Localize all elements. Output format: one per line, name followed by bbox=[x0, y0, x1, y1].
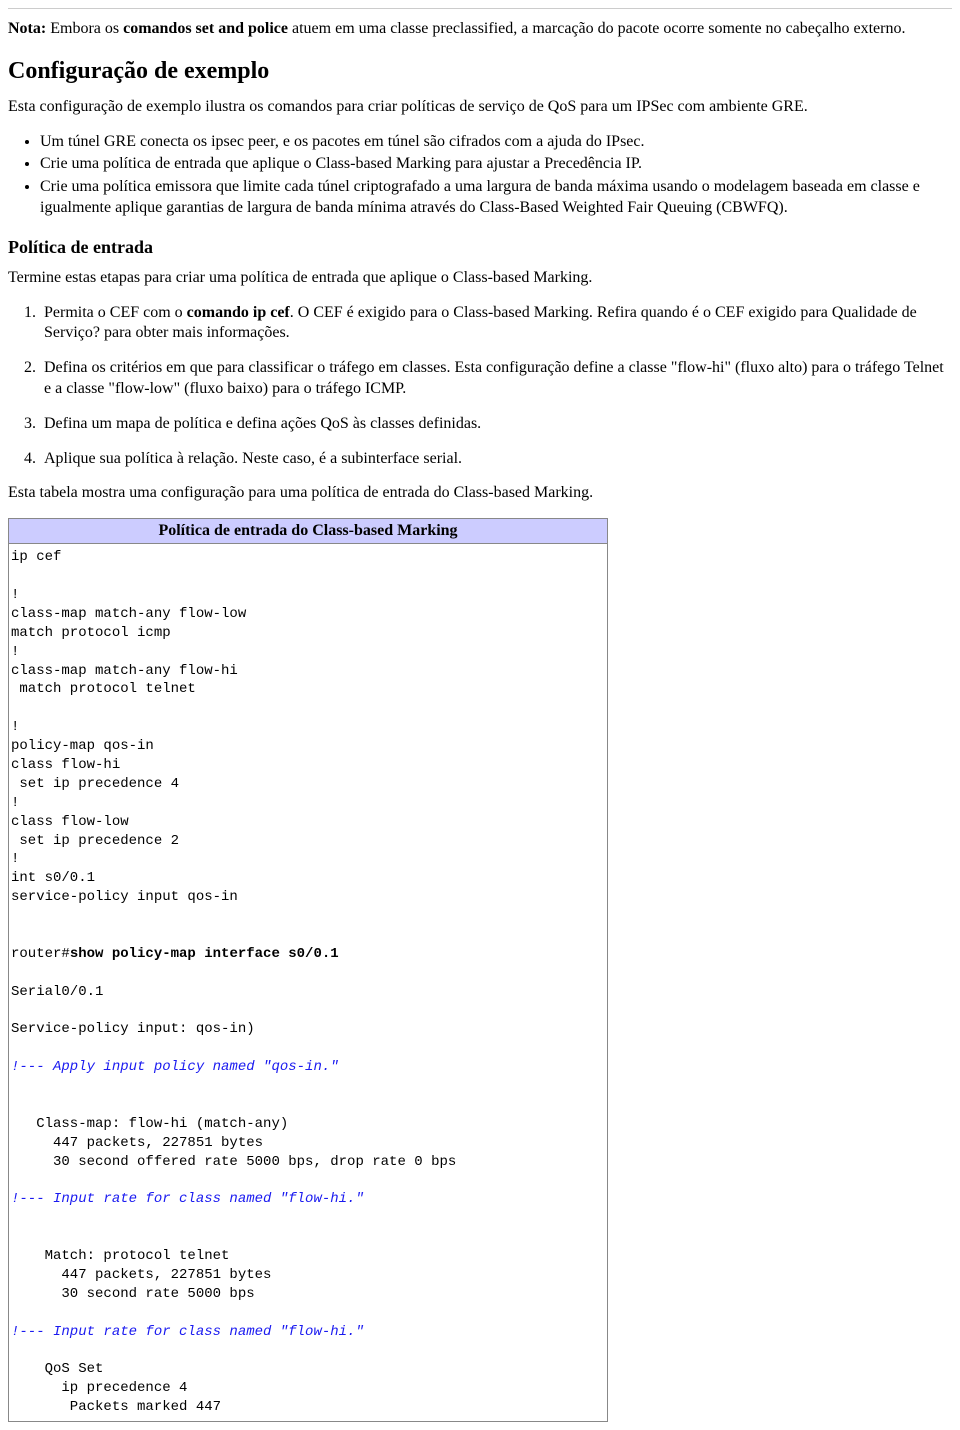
code-block: ip cef ! class-map match-any flow-low ma… bbox=[9, 544, 607, 1421]
code-c1: !--- Apply input policy named "qos-in." bbox=[11, 1059, 339, 1075]
entrada-paragraph: Termine estas etapas para criar uma polí… bbox=[8, 268, 952, 289]
list-item: Crie uma política emissora que limite ca… bbox=[40, 177, 952, 219]
li1-b1: comando ip cef bbox=[187, 304, 290, 321]
nota-t1: Embora os bbox=[46, 20, 123, 37]
code-c3: !--- Input rate for class named "flow-hi… bbox=[11, 1324, 364, 1340]
nota-paragraph: Nota: Embora os comandos set and police … bbox=[8, 19, 952, 40]
code-p1: ip cef ! class-map match-any flow-low ma… bbox=[11, 549, 246, 962]
ordered-list: Permita o CEF com o comando ip cef. O CE… bbox=[8, 303, 952, 470]
list-item: Aplique sua política à relação. Neste ca… bbox=[40, 449, 952, 470]
code-table: Política de entrada do Class-based Marki… bbox=[8, 518, 608, 1422]
bullet-list: Um túnel GRE conecta os ipsec peer, e os… bbox=[8, 132, 952, 219]
list-item: Defina os critérios em que para classifi… bbox=[40, 358, 952, 400]
list-item: Um túnel GRE conecta os ipsec peer, e os… bbox=[40, 132, 952, 153]
code-p2: Serial0/0.1 Service-policy input: qos-in… bbox=[11, 984, 255, 1038]
nota-label: Nota: bbox=[8, 20, 46, 37]
heading-config-exemplo: Configuração de exemplo bbox=[8, 58, 952, 85]
nota-t2: atuem em uma classe preclassified, a mar… bbox=[288, 20, 905, 37]
li1-t1: Permita o CEF com o bbox=[44, 304, 187, 321]
tabela-paragraph: Esta tabela mostra uma configuração para… bbox=[8, 483, 952, 504]
divider bbox=[8, 8, 952, 9]
code-p5: QoS Set ip precedence 4 Packets marked 4… bbox=[11, 1361, 221, 1415]
code-p4: Match: protocol telnet 447 packets, 2278… bbox=[11, 1248, 271, 1302]
intro-paragraph: Esta configuração de exemplo ilustra os … bbox=[8, 97, 952, 118]
nota-b1: comandos set and police bbox=[123, 20, 288, 37]
list-item: Permita o CEF com o comando ip cef. O CE… bbox=[40, 303, 952, 345]
list-item: Defina um mapa de política e defina açõe… bbox=[40, 414, 952, 435]
code-p3: Class-map: flow-hi (match-any) 447 packe… bbox=[11, 1116, 456, 1170]
list-item: Crie uma política de entrada que aplique… bbox=[40, 154, 952, 175]
code-bold1: show policy-map interface s0/0.1 bbox=[70, 946, 339, 962]
table-header: Política de entrada do Class-based Marki… bbox=[9, 519, 608, 544]
code-c2: !--- Input rate for class named "flow-hi… bbox=[11, 1191, 364, 1207]
heading-politica-entrada: Política de entrada bbox=[8, 237, 952, 258]
